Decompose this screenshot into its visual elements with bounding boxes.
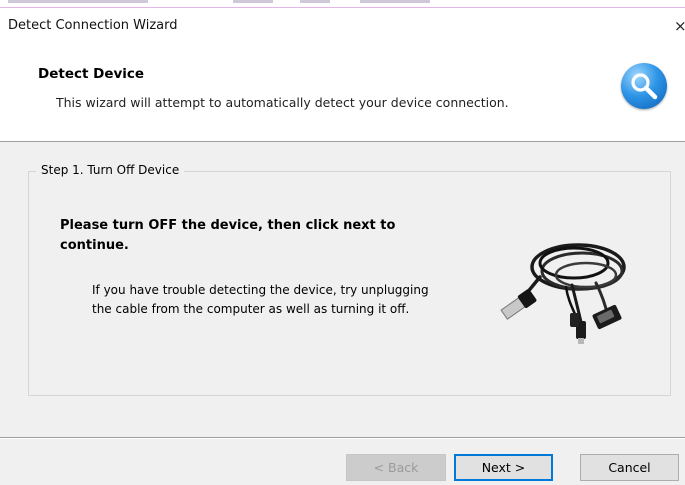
footer-separator-highlight xyxy=(0,438,685,439)
close-icon[interactable]: × xyxy=(674,17,685,35)
instruction-text: Please turn OFF the device, then click n… xyxy=(60,218,396,253)
step-legend: Step 1. Turn Off Device xyxy=(36,163,185,177)
background-window-strip xyxy=(0,0,685,8)
search-magnifier-icon xyxy=(621,63,667,109)
usb-serial-cable-image xyxy=(500,243,626,344)
header-separator xyxy=(0,141,685,142)
header-subtitle: This wizard will attempt to automaticall… xyxy=(56,95,509,110)
cancel-button[interactable]: Cancel xyxy=(580,454,679,481)
header-title: Detect Device xyxy=(38,66,145,82)
wizard-header: Detect Device This wizard will attempt t… xyxy=(0,44,685,141)
window-title: Detect Connection Wizard xyxy=(8,18,178,33)
next-button[interactable]: Next > xyxy=(454,454,553,481)
hint-text: If you have trouble detecting the device… xyxy=(92,283,429,316)
title-bar: Detect Connection Wizard × xyxy=(0,8,685,44)
back-button[interactable]: < Back xyxy=(346,454,446,481)
